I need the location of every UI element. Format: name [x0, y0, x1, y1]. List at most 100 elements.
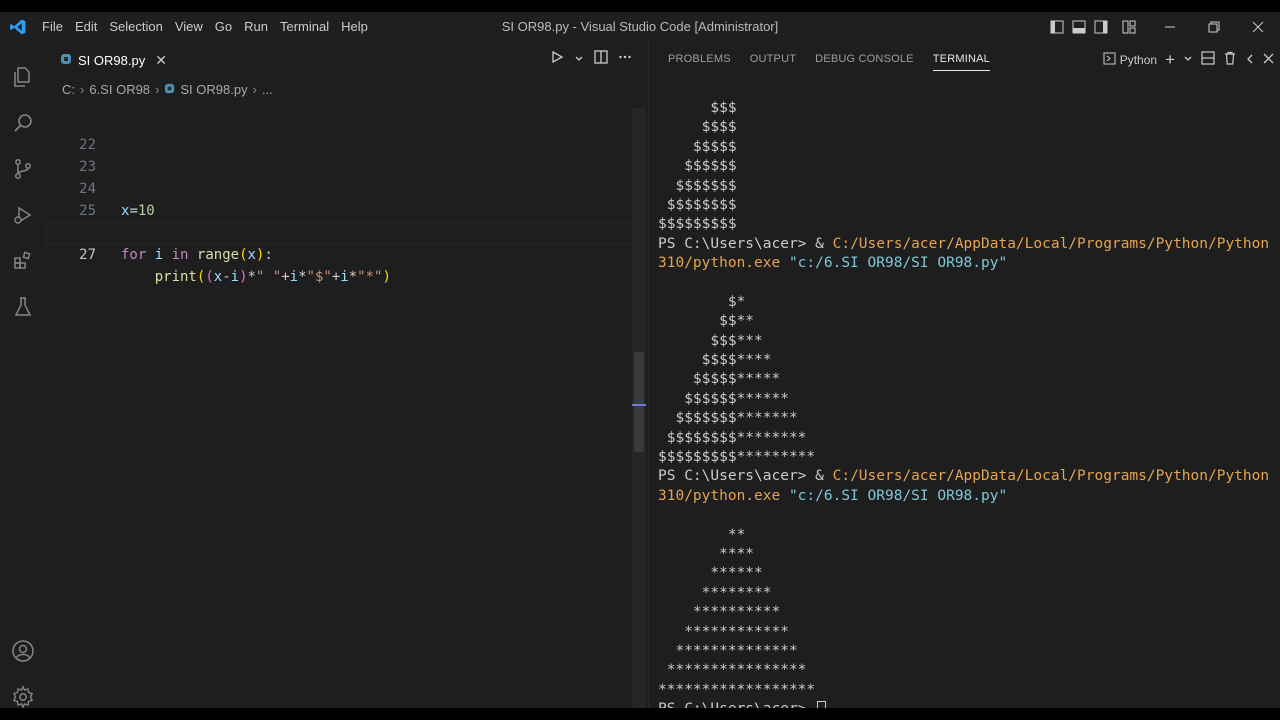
terminal-line: PS C:\Users\acer> & C:/Users/acer/AppDat… [658, 235, 1270, 252]
code-editor[interactable]: 22 23 24 x=10 25 26 for i in range(x): 2… [46, 112, 646, 285]
terminal-line: $$$*** [658, 332, 763, 349]
run-debug-icon[interactable] [0, 192, 46, 238]
menu-file[interactable]: File [36, 12, 69, 42]
toggle-secondary-sidebar-icon[interactable] [1090, 12, 1112, 42]
terminal-line: $$$$$ [658, 138, 737, 155]
panel-actions: Python + [1103, 42, 1274, 77]
chevron-right-icon: › [252, 81, 257, 97]
code-line: 25 [46, 178, 646, 219]
toggle-panel-icon[interactable] [1068, 12, 1090, 42]
terminal-line: ********** [658, 604, 781, 621]
terminal-line: 310/python.exe "c:/6.SI OR98/SI OR98.py" [658, 487, 1008, 504]
terminal-line: ****************** [658, 681, 816, 698]
bottom-panel: PROBLEMS OUTPUT DEBUG CONSOLE TERMINAL P… [648, 42, 1280, 708]
scrollbar-cursor-marker [632, 404, 646, 406]
chevron-left-icon[interactable] [1245, 53, 1255, 67]
settings-gear-icon[interactable] [0, 674, 46, 708]
code-text: print((x-i)*" "+i*"$"+i*"*") [154, 269, 391, 285]
minimize-button[interactable] [1148, 12, 1192, 42]
run-dropdown-chevron-icon[interactable] [574, 51, 584, 69]
terminal-line: PS C:\Users\acer> & C:/Users/acer/AppDat… [658, 468, 1270, 485]
source-control-icon[interactable] [0, 146, 46, 192]
python-file-icon [60, 53, 72, 68]
menu-go[interactable]: Go [209, 12, 238, 42]
new-terminal-icon[interactable]: + [1165, 50, 1175, 70]
terminal-line: $$$$$***** [658, 371, 781, 388]
title-bar-controls [1046, 12, 1280, 42]
restore-button[interactable] [1192, 12, 1236, 42]
close-tab-icon[interactable]: ✕ [155, 52, 167, 69]
terminal-line: ************** [658, 642, 798, 659]
breadcrumb: C: › 6.SI OR98 › SI OR98.py › ... [62, 78, 273, 100]
breadcrumb-symbol[interactable]: ... [262, 82, 273, 97]
toggle-sidebar-icon[interactable] [1046, 12, 1068, 42]
split-editor-icon[interactable] [594, 50, 608, 69]
terminal-line: $$$$$$$$******** [658, 429, 807, 446]
vscode-window: File Edit Selection View Go Run Terminal… [0, 12, 1280, 708]
menu-edit[interactable]: Edit [69, 12, 103, 42]
terminal-line: $$$$ [658, 119, 737, 136]
tab-terminal[interactable]: TERMINAL [932, 42, 991, 77]
terminal-line: ******** [658, 584, 772, 601]
more-actions-icon[interactable] [618, 50, 632, 69]
tab-output[interactable]: OUTPUT [750, 42, 796, 77]
title-bar: File Edit Selection View Go Run Terminal… [0, 12, 1280, 42]
terminal-line: ************ [658, 623, 789, 640]
run-python-file-icon[interactable] [550, 50, 564, 69]
tab-debug-console[interactable]: DEBUG CONSOLE [815, 42, 914, 77]
split-terminal-icon[interactable] [1201, 51, 1215, 68]
code-line: 22 [46, 112, 646, 153]
terminal-line: **** [658, 545, 755, 562]
editor-tab[interactable]: SI OR98.py ✕ [46, 42, 174, 77]
code-line-current: 27 print((x-i)*" "+i*"$"+i*"*") [46, 222, 646, 285]
vscode-logo-icon [0, 12, 36, 42]
menu-run[interactable]: Run [238, 12, 274, 42]
breadcrumb-folder[interactable]: 6.SI OR98 [89, 82, 150, 97]
terminal-dropdown-chevron-icon[interactable] [1183, 53, 1193, 67]
terminal-line: $* [658, 293, 746, 310]
menu-terminal[interactable]: Terminal [274, 12, 335, 42]
terminal-line: $$$$$$$******* [658, 410, 798, 427]
menu-bar: File Edit Selection View Go Run Terminal… [36, 12, 374, 42]
testing-icon[interactable] [0, 284, 46, 330]
editor-tab-bar: SI OR98.py ✕ [46, 42, 646, 77]
terminal-output[interactable]: $$$ $$$$ $$$$$ $$$$$$ $$$$$$$ $$$$$$$$ $$… [658, 99, 1278, 708]
chevron-right-icon: › [80, 81, 85, 97]
terminal-shell-label[interactable]: Python [1120, 53, 1157, 67]
terminal-line: 310/python.exe "c:/6.SI OR98/SI OR98.py" [658, 255, 1008, 272]
letterbox-bottom [0, 708, 1280, 720]
menu-selection[interactable]: Selection [103, 12, 168, 42]
terminal-line: $$$$$$****** [658, 390, 789, 407]
close-panel-icon[interactable] [1263, 53, 1274, 67]
breadcrumb-drive[interactable]: C: [62, 82, 75, 97]
terminal-line: PS C:\Users\acer> [658, 700, 1278, 708]
code-line: 24 x=10 [46, 156, 646, 219]
terminal-line: ****** [658, 565, 763, 582]
customize-layout-icon[interactable] [1118, 12, 1140, 42]
accounts-icon[interactable] [0, 628, 46, 674]
code-text: for i in range(x): [121, 247, 273, 263]
editor-scrollbar-thumb[interactable] [634, 352, 644, 452]
terminal-line: $$$$$$$ [658, 177, 737, 194]
breadcrumb-file[interactable]: SI OR98.py [180, 82, 247, 97]
menu-view[interactable]: View [169, 12, 209, 42]
python-file-icon [164, 82, 175, 97]
search-icon[interactable] [0, 100, 46, 146]
kill-terminal-trash-icon[interactable] [1223, 51, 1237, 68]
editor-tab-label: SI OR98.py [78, 52, 146, 68]
terminal-line: $$$$$$$$ [658, 196, 737, 213]
line-number: 27 [79, 247, 96, 263]
menu-help[interactable]: Help [335, 12, 374, 42]
chevron-right-icon: › [155, 81, 160, 97]
terminal-line: $$$$$$ [658, 158, 737, 175]
terminal-line: $$$$$$$$$ [658, 216, 737, 233]
tab-problems[interactable]: PROBLEMS [668, 42, 731, 77]
activity-bar [0, 42, 46, 708]
code-line: 26 for i in range(x): [46, 200, 646, 263]
close-window-button[interactable] [1236, 12, 1280, 42]
extensions-icon[interactable] [0, 238, 46, 284]
terminal-line: $$$ [658, 100, 737, 116]
explorer-icon[interactable] [0, 54, 46, 100]
